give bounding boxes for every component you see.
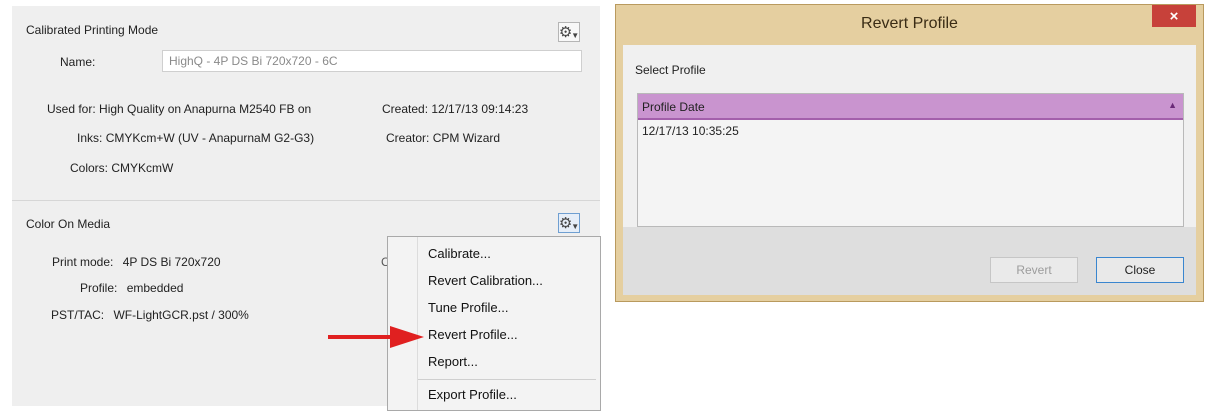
profile-list[interactable]: Profile Date ▲ 12/17/13 10:35:25 <box>637 93 1184 227</box>
select-profile-label: Select Profile <box>635 63 706 77</box>
colors-label: Colors: <box>70 161 109 175</box>
pst-value: WF-LightGCR.pst / 300% <box>113 308 249 322</box>
sort-ascending-icon: ▲ <box>1168 100 1177 110</box>
com-gear-menu-button[interactable]: ⚙ ▼ <box>558 213 580 233</box>
revert-button[interactable]: Revert <box>990 257 1078 283</box>
creator-label: Creator: <box>386 131 430 145</box>
menu-item-export-profile[interactable]: Export Profile... <box>428 387 517 402</box>
cpm-gear-menu-button[interactable]: ⚙ ▼ <box>558 22 580 42</box>
section-divider <box>12 200 600 201</box>
chevron-down-icon: ▼ <box>571 30 580 40</box>
used-for-value: High Quality on Anapurna M2540 FB on <box>99 102 312 116</box>
print-mode-row: Print mode: 4P DS Bi 720x720 <box>52 255 221 269</box>
context-menu: Calibrate... Revert Calibration... Tune … <box>387 236 601 411</box>
menu-item-revert-calibration[interactable]: Revert Calibration... <box>428 273 543 288</box>
red-arrow-icon <box>328 326 424 348</box>
inks-row: Inks: CMYKcm+W (UV - AnapurnaM G2-G3) <box>77 131 314 145</box>
pst-label: PST/TAC: <box>51 308 105 322</box>
revert-profile-dialog: Revert Profile × Select Profile Profile … <box>615 4 1204 302</box>
chevron-down-icon: ▼ <box>571 221 580 231</box>
dialog-title: Revert Profile <box>861 15 958 32</box>
created-label: Created: <box>382 102 429 116</box>
colors-value: CMYKcmW <box>111 161 174 175</box>
list-item[interactable]: 12/17/13 10:35:25 <box>642 124 739 138</box>
menu-item-tune-profile[interactable]: Tune Profile... <box>428 300 508 315</box>
column-header-label: Profile Date <box>642 100 705 114</box>
profile-row: Profile: embedded <box>80 281 183 295</box>
menu-gutter <box>417 237 418 410</box>
pst-row: PST/TAC: WF-LightGCR.pst / 300% <box>51 308 249 322</box>
cpm-section-title: Calibrated Printing Mode <box>26 23 159 37</box>
colors-row: Colors: CMYKcmW <box>70 161 173 175</box>
inks-value: CMYKcm+W (UV - AnapurnaM G2-G3) <box>105 131 315 145</box>
gear-icon: ⚙ <box>558 215 573 232</box>
print-mode-value: 4P DS Bi 720x720 <box>122 255 221 269</box>
print-mode-label: Print mode: <box>52 255 114 269</box>
close-button[interactable]: Close <box>1096 257 1184 283</box>
used-for-row: Used for: High Quality on Anapurna M2540… <box>47 102 311 116</box>
gear-icon: ⚙ <box>558 24 573 41</box>
profile-value: embedded <box>126 281 184 295</box>
column-header-profile-date[interactable]: Profile Date ▲ <box>638 94 1183 120</box>
menu-separator <box>418 379 596 380</box>
com-section-title: Color On Media <box>26 217 111 231</box>
profile-label: Profile: <box>80 281 118 295</box>
name-field[interactable] <box>162 50 582 72</box>
used-for-label: Used for: <box>47 102 96 116</box>
close-icon[interactable]: × <box>1152 5 1196 27</box>
menu-item-calibrate[interactable]: Calibrate... <box>428 246 491 261</box>
menu-item-revert-profile[interactable]: Revert Profile... <box>428 327 518 342</box>
dialog-body: Select Profile Profile Date ▲ 12/17/13 1… <box>623 45 1196 295</box>
menu-item-report[interactable]: Report... <box>428 354 478 369</box>
name-label: Name: <box>60 55 96 69</box>
created-value: 12/17/13 09:14:23 <box>431 102 529 116</box>
inks-label: Inks: <box>77 131 103 145</box>
creator-row: Creator: CPM Wizard <box>386 131 500 145</box>
creator-value: CPM Wizard <box>432 131 501 145</box>
created-row: Created: 12/17/13 09:14:23 <box>382 102 528 116</box>
